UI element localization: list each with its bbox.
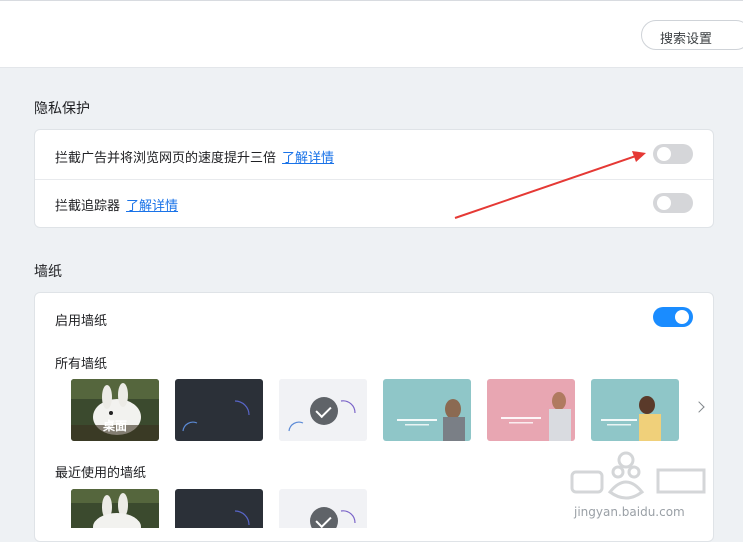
- watermark-text: jingyan.baidu.com: [574, 505, 685, 519]
